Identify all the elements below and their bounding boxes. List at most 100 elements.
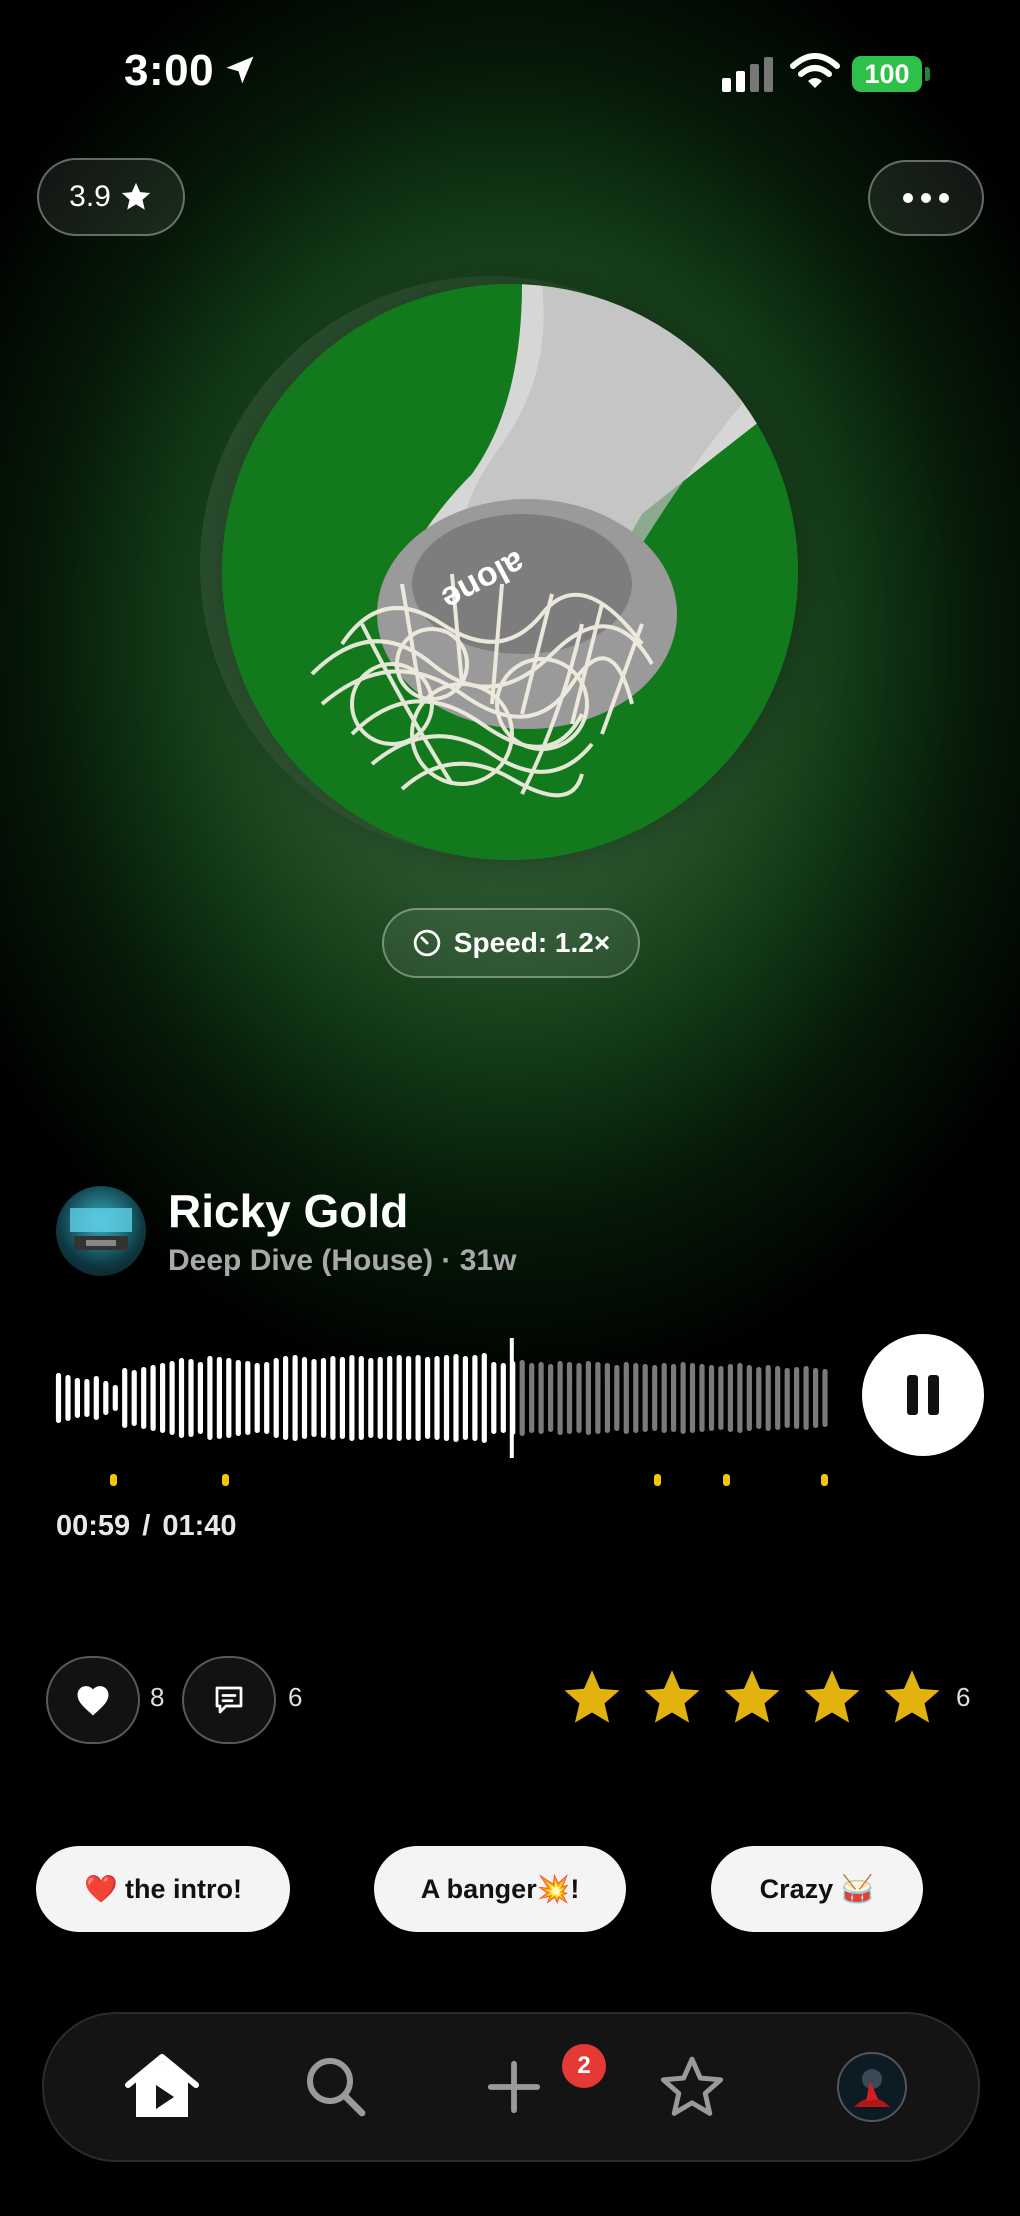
waveform-bar [443, 1355, 450, 1441]
waveform-bar [415, 1355, 421, 1441]
waveform-bar [595, 1362, 601, 1434]
waveform-bar [387, 1356, 393, 1440]
nav-profile[interactable] [812, 2014, 932, 2160]
comment-count: 6 [288, 1682, 303, 1712]
waveform-bar [699, 1364, 705, 1432]
status-time: 3:00 [124, 46, 215, 95]
waveform-bar [349, 1355, 355, 1441]
track-subtitle: Deep Dive (House) · 31w [168, 1244, 517, 1277]
waveform-bar [813, 1368, 819, 1428]
artwork-illustration: alone [222, 284, 798, 860]
nav-home[interactable] [102, 2014, 222, 2160]
album-artwork[interactable]: alone [222, 284, 798, 860]
more-dot-icon [939, 193, 949, 203]
waveform-bar [472, 1355, 478, 1441]
waveform-bar [264, 1362, 270, 1434]
reaction-chip[interactable]: A banger💥! [374, 1846, 626, 1932]
waveform-bar [425, 1357, 431, 1439]
playback-speed-button[interactable]: Speed: 1.2× [382, 908, 640, 978]
waveform-bar [93, 1376, 99, 1420]
waveform-bar [604, 1363, 610, 1433]
waveform-bar [339, 1357, 345, 1439]
waveform-bar [680, 1362, 686, 1434]
total-duration: 01:40 [162, 1510, 237, 1542]
waveform-bar [775, 1366, 781, 1430]
comment-marker[interactable] [222, 1474, 229, 1486]
comment-marker[interactable] [723, 1474, 730, 1486]
pause-icon [907, 1375, 939, 1415]
rating-star-icon[interactable] [640, 1666, 704, 1728]
playhead[interactable] [509, 1338, 514, 1458]
rating-star-icon[interactable] [800, 1666, 864, 1728]
battery-cap [925, 67, 930, 81]
reaction-chip[interactable]: Crazy 🥁 [711, 1846, 923, 1932]
waveform-scrubber[interactable] [54, 1338, 830, 1458]
elapsed-time: 00:59 [56, 1510, 131, 1542]
star-icon [121, 182, 151, 210]
waveform-bar [65, 1375, 71, 1421]
waveform-bar [301, 1357, 308, 1439]
waveform-bar [112, 1385, 118, 1411]
comment-marker[interactable] [110, 1474, 117, 1486]
waveform-bar [103, 1381, 109, 1415]
pause-button[interactable] [862, 1334, 984, 1456]
like-button[interactable] [46, 1656, 140, 1744]
waveform-bar [538, 1362, 544, 1434]
rating-star-icon[interactable] [880, 1666, 944, 1728]
waveform-bar [642, 1364, 648, 1432]
waveform-bar [576, 1363, 582, 1433]
nav-search[interactable] [276, 2014, 396, 2160]
waveform-bar [122, 1368, 128, 1428]
artist-name[interactable]: Ricky Gold [168, 1184, 408, 1238]
reaction-chip[interactable]: ❤️ the intro! [36, 1846, 290, 1932]
waveform-bar [84, 1379, 90, 1417]
more-dot-icon [921, 193, 931, 203]
nav-favorites[interactable] [632, 2014, 752, 2160]
waveform-bar [794, 1367, 800, 1429]
waveform-bar [131, 1370, 137, 1426]
waveform-bar [150, 1365, 156, 1431]
time-separator: / [142, 1510, 151, 1542]
waveform-bar [765, 1365, 771, 1431]
time-readout: 00:59 / 01:40 [56, 1510, 237, 1543]
rating-pill[interactable]: 3.9 [37, 158, 185, 236]
waveform-bar [406, 1356, 412, 1440]
waveform-bar [652, 1365, 658, 1431]
comment-icon [215, 1686, 243, 1714]
artist-avatar[interactable] [56, 1186, 146, 1276]
waveform-bar [283, 1356, 289, 1440]
waveform-bar [207, 1356, 213, 1440]
battery-level: 100 [852, 56, 922, 92]
rating-star-icon[interactable] [560, 1666, 624, 1728]
rating-count: 6 [956, 1682, 971, 1712]
waveform-bar [273, 1358, 279, 1438]
comment-marker[interactable] [654, 1474, 661, 1486]
rating-value: 3.9 [69, 180, 111, 213]
avatar-studio-image [70, 1208, 132, 1250]
waveform-bar [671, 1364, 677, 1432]
waveform-bar [226, 1358, 232, 1438]
speed-label: Speed: 1.2× [453, 927, 611, 958]
waveform-bar [396, 1355, 402, 1441]
waveform-bar [254, 1363, 260, 1433]
waveform-bar [548, 1364, 554, 1432]
comment-button[interactable] [182, 1656, 276, 1744]
more-options-button[interactable] [868, 160, 984, 236]
waveform-bar [623, 1362, 629, 1434]
heart-icon [77, 1686, 109, 1716]
waveform-bar [292, 1355, 298, 1441]
more-dot-icon [903, 193, 913, 203]
waveform-bar [529, 1363, 535, 1433]
waveform-bar [216, 1357, 222, 1439]
waveform-bar [784, 1368, 790, 1428]
waveform-bar [746, 1365, 752, 1431]
add-icon [487, 2060, 541, 2114]
waveform-bar [500, 1363, 506, 1433]
waveform-bar [358, 1356, 364, 1440]
waveform-bar [462, 1356, 468, 1440]
nav-create[interactable] [454, 2014, 574, 2160]
rating-star-icon[interactable] [720, 1666, 784, 1728]
search-icon [307, 2058, 366, 2117]
star-rating[interactable] [560, 1666, 944, 1728]
comment-marker[interactable] [821, 1474, 828, 1486]
